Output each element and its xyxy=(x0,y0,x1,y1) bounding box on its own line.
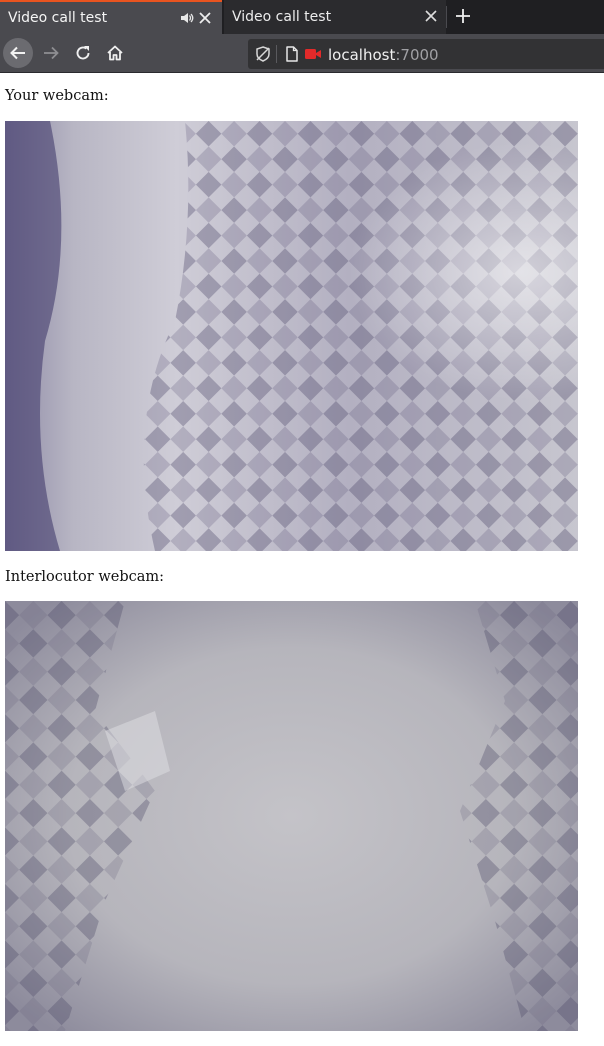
home-icon[interactable] xyxy=(106,44,124,62)
close-icon[interactable] xyxy=(199,12,211,24)
own-webcam-label: Your webcam: xyxy=(5,88,109,104)
camera-icon[interactable] xyxy=(304,46,322,64)
navigation-toolbar: localhost:7000 xyxy=(0,34,604,73)
url-text[interactable]: localhost:7000 xyxy=(328,46,439,64)
own-webcam-video[interactable] xyxy=(5,121,578,551)
speaker-icon[interactable] xyxy=(180,11,194,25)
tab-strip: Video call test Video call test xyxy=(0,0,604,34)
tab-video-call-active[interactable]: Video call test xyxy=(0,0,222,34)
back-arrow-icon xyxy=(10,46,25,60)
page-icon[interactable] xyxy=(284,46,302,64)
url-port: :7000 xyxy=(395,46,439,64)
back-button[interactable] xyxy=(3,38,33,68)
reload-icon[interactable] xyxy=(74,44,92,62)
address-bar[interactable]: localhost:7000 xyxy=(248,39,604,69)
tracking-protection-icon[interactable] xyxy=(254,45,272,63)
interlocutor-webcam-label: Interlocutor webcam: xyxy=(5,569,165,585)
tab-title: Video call test xyxy=(8,10,108,26)
plus-icon[interactable] xyxy=(455,8,471,24)
tab-title: Video call test xyxy=(232,9,332,25)
close-icon[interactable] xyxy=(425,10,437,22)
address-bar-divider xyxy=(276,45,277,63)
tab-separator xyxy=(446,6,447,28)
tab-video-call[interactable]: Video call test xyxy=(224,0,446,34)
url-host: localhost xyxy=(328,46,396,64)
forward-arrow-icon[interactable] xyxy=(42,44,60,62)
interlocutor-webcam-video[interactable] xyxy=(5,601,578,1031)
